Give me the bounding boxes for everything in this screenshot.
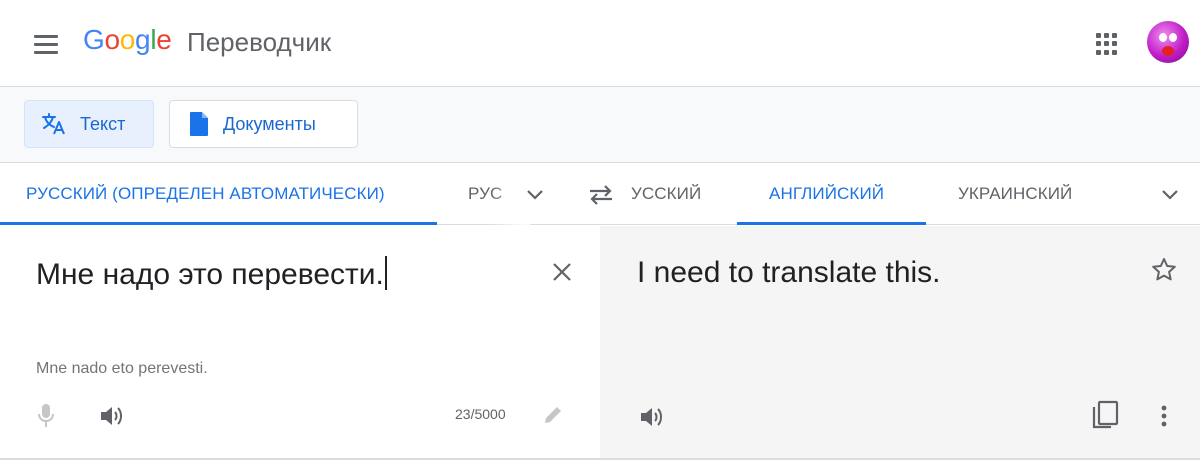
product-name: Переводчик <box>187 27 332 57</box>
translation-panel: I need to translate this. <box>600 226 1200 460</box>
text-caret <box>384 256 387 290</box>
speaker-icon[interactable] <box>96 400 128 432</box>
source-text: Мне надо это перевести. <box>36 258 384 291</box>
app-header: Google Переводчик <box>0 0 1200 87</box>
source-text-input[interactable]: Мне надо это перевести. <box>36 256 387 292</box>
close-icon[interactable] <box>546 256 578 288</box>
transliteration-text: Mne nado eto perevesti. <box>36 360 208 377</box>
translation-text: I need to translate this. <box>637 256 941 289</box>
star-icon[interactable] <box>1148 254 1180 286</box>
edit-pencil-icon[interactable] <box>539 400 567 430</box>
source-languages-chevron-down-icon[interactable] <box>521 181 549 209</box>
target-languages-chevron-down-icon[interactable] <box>1156 181 1184 209</box>
google-logo[interactable]: Google <box>83 24 172 56</box>
speaker-icon[interactable] <box>636 401 668 433</box>
text-mode-label: Текст <box>80 113 126 134</box>
panel-bottom-divider <box>0 458 1200 460</box>
target-language-ukrainian-tab[interactable]: УКРАИНСКИЙ <box>958 163 1072 225</box>
hamburger-menu-icon <box>34 34 58 38</box>
documents-mode-button[interactable]: Документы <box>169 100 358 148</box>
account-avatar[interactable] <box>1147 21 1189 63</box>
character-counter: 23/5000 <box>455 406 506 422</box>
swap-languages-icon[interactable] <box>585 180 617 210</box>
translate-icon <box>41 112 67 136</box>
overflow-language-tab[interactable]: УССКИЙ <box>631 163 701 225</box>
source-language-detected-tab[interactable]: РУССКИЙ (ОПРЕДЕЛЕН АВТОМАТИЧЕСКИ) <box>26 163 385 225</box>
microphone-icon[interactable] <box>30 400 62 432</box>
language-bar: РУССКИЙ (ОПРЕДЕЛЕН АВТОМАТИЧЕСКИ) РУС УС… <box>0 163 1200 225</box>
main-menu-button[interactable] <box>22 22 70 66</box>
copy-icon[interactable] <box>1088 398 1122 432</box>
target-tab-underline <box>737 222 926 225</box>
source-tab-underline <box>0 222 437 225</box>
source-text-panel: Мне надо это перевести. Mne nado eto per… <box>0 226 600 460</box>
mode-toolbar: Текст Документы <box>0 87 1200 163</box>
apps-grid-icon[interactable] <box>1092 30 1120 58</box>
more-options-icon[interactable] <box>1150 400 1178 432</box>
documents-mode-label: Документы <box>223 113 316 134</box>
document-icon <box>188 111 210 137</box>
target-language-english-tab[interactable]: АНГЛИЙСКИЙ <box>769 163 884 225</box>
text-mode-button[interactable]: Текст <box>24 100 154 148</box>
